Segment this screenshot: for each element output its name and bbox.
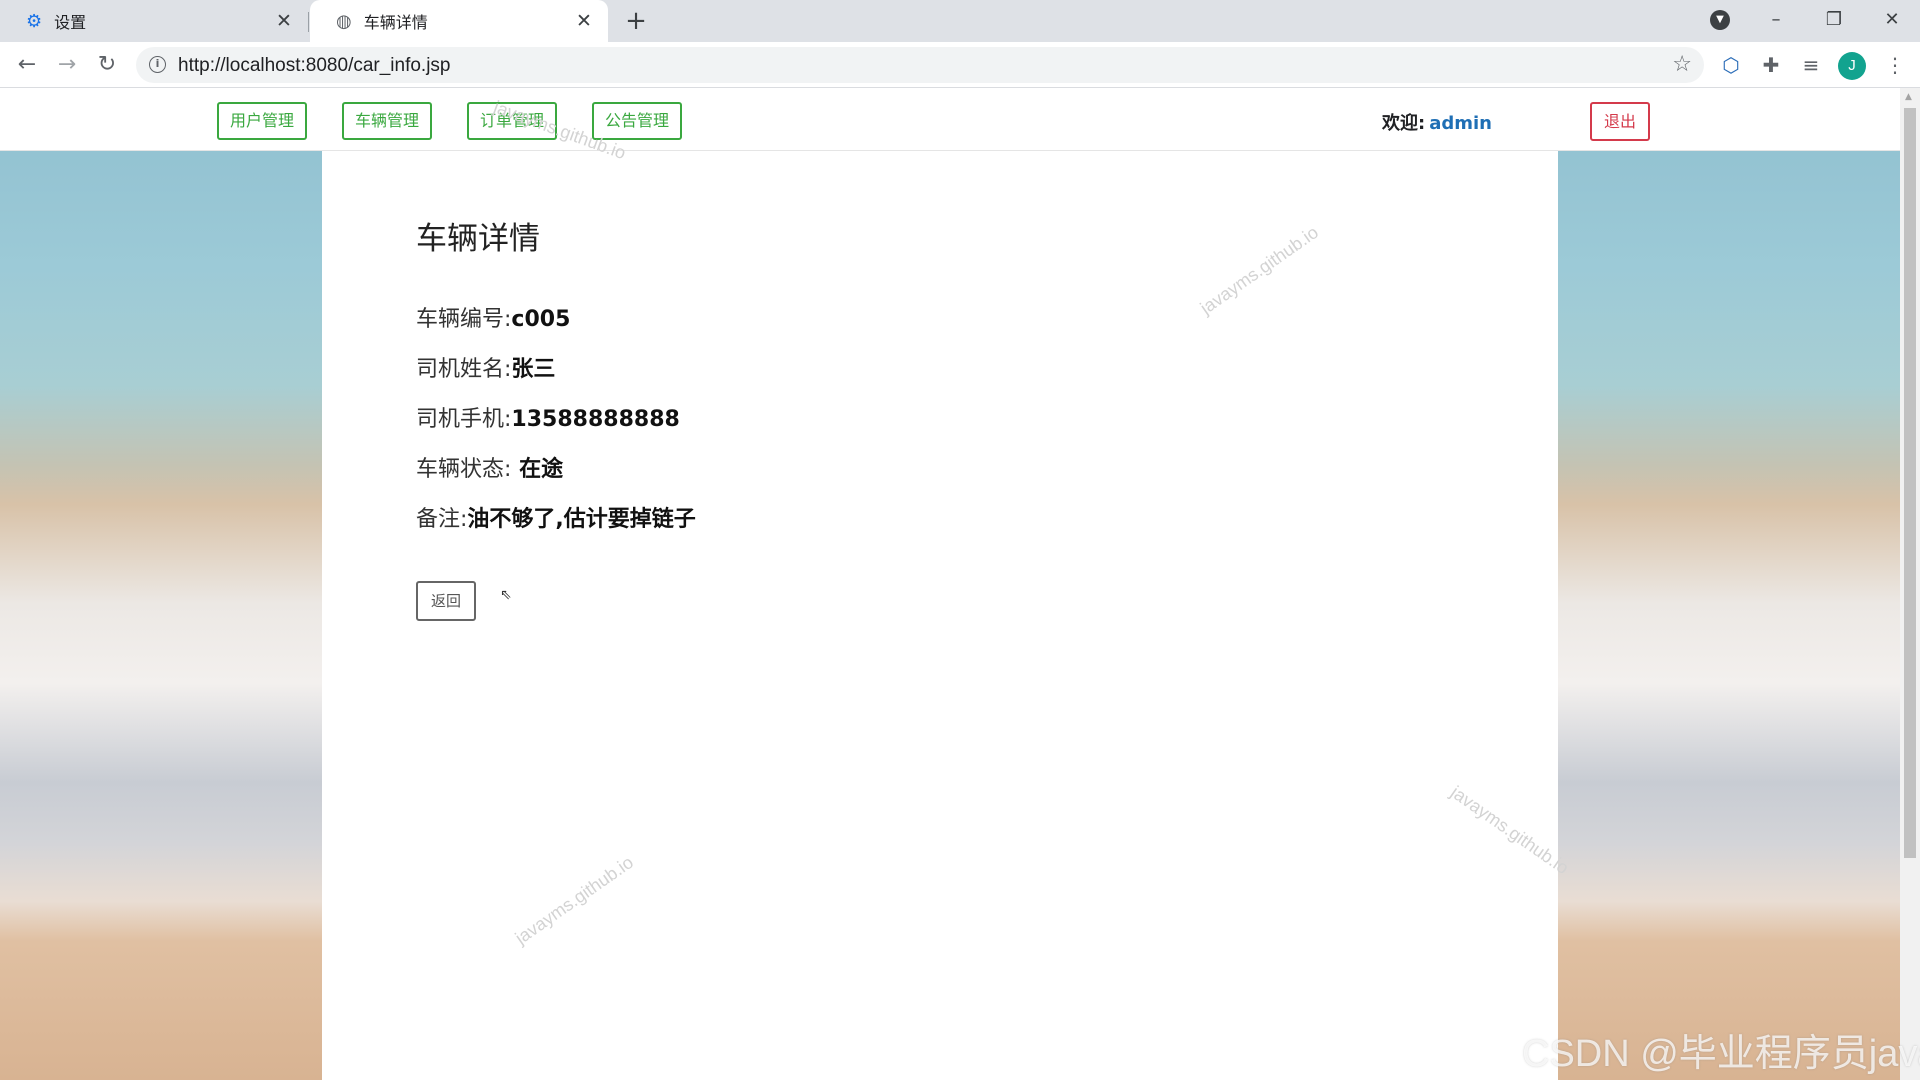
back-arrow-icon[interactable]: ← — [12, 50, 42, 80]
welcome-text: 欢迎: admin — [1382, 109, 1492, 135]
gear-icon: ⚙ — [26, 10, 43, 32]
detail-row-driver-phone: 司机手机:13588888888 — [416, 401, 680, 433]
new-tab-button[interactable]: + — [622, 8, 650, 36]
info-icon[interactable]: i — [149, 56, 166, 73]
reload-icon[interactable]: ↻ — [92, 50, 122, 80]
extension-icon[interactable]: ⬡ — [1716, 50, 1746, 80]
tab-divider — [308, 12, 309, 32]
tab-strip: ⚙ 设置 ✕ ◍ 车辆详情 ✕ + ▼ – ❐ ✕ — [0, 0, 1920, 42]
close-window-button[interactable]: ✕ — [1864, 0, 1920, 40]
cursor-icon: ⇖ — [500, 587, 512, 603]
nav-vehicle-management[interactable]: 车辆管理 — [342, 102, 432, 140]
page-viewport: 用户管理 车辆管理 订单管理 公告管理 欢迎: admin 退出 车辆详情 车辆编… — [0, 88, 1900, 1080]
welcome-label: 欢迎: — [1382, 113, 1426, 134]
forward-arrow-icon[interactable]: → — [52, 50, 82, 80]
row-label: 司机手机: — [416, 407, 512, 432]
detail-row-vehicle-id: 车辆编号:c005 — [416, 301, 570, 333]
back-button[interactable]: 返回 — [416, 581, 476, 621]
logout-button[interactable]: 退出 — [1590, 102, 1650, 141]
scroll-up-icon[interactable]: ▲ — [1905, 92, 1912, 102]
nav-notice-management[interactable]: 公告管理 — [592, 102, 682, 140]
tab-title: 设置 — [54, 13, 87, 32]
url-text[interactable]: http://localhost:8080/car_info.jsp — [178, 55, 451, 77]
row-label: 车辆编号: — [416, 307, 512, 332]
browser-toolbar: ← → ↻ i http://localhost:8080/car_info.j… — [0, 42, 1920, 88]
detail-row-driver-name: 司机姓名:张三 — [416, 351, 555, 383]
row-label: 司机姓名: — [416, 357, 512, 382]
row-value: c005 — [511, 307, 571, 332]
detail-row-vehicle-status: 车辆状态: 在途 — [416, 451, 563, 483]
minimize-button[interactable]: – — [1748, 0, 1804, 40]
row-value: 油不够了,估计要掉链子 — [467, 507, 696, 532]
row-value: 13588888888 — [511, 407, 680, 432]
row-label: 车辆状态: — [416, 457, 512, 482]
close-icon[interactable]: ✕ — [272, 9, 296, 33]
puzzle-icon[interactable]: ✚ — [1756, 50, 1786, 80]
scrollbar-thumb[interactable] — [1904, 108, 1916, 858]
scrollbar[interactable]: ▲ — [1900, 88, 1920, 1080]
chevron-down-icon[interactable]: ▼ — [1710, 10, 1730, 30]
detail-panel: 车辆详情 车辆编号:c005 司机姓名:张三 司机手机:13588888888 … — [322, 151, 1558, 1080]
page-title: 车辆详情 — [416, 221, 540, 257]
username: admin — [1429, 113, 1492, 134]
close-icon[interactable]: ✕ — [572, 9, 596, 33]
globe-icon: ◍ — [336, 10, 352, 32]
tab-settings[interactable]: ⚙ 设置 ✕ — [0, 0, 308, 42]
detail-row-remark: 备注:油不够了,估计要掉链子 — [416, 501, 696, 533]
menu-icon[interactable]: ⋮ — [1880, 50, 1910, 80]
row-label: 备注: — [416, 507, 468, 532]
top-nav: 用户管理 车辆管理 订单管理 公告管理 欢迎: admin 退出 — [0, 88, 1900, 151]
address-bar[interactable]: i http://localhost:8080/car_info.jsp ☆ — [136, 47, 1704, 83]
csdn-watermark: CSDN @毕业程序员java — [1522, 1033, 1920, 1075]
tab-car-info[interactable]: ◍ 车辆详情 ✕ — [310, 0, 608, 42]
avatar[interactable]: J — [1838, 52, 1866, 80]
restore-button[interactable]: ❐ — [1806, 0, 1862, 40]
star-icon[interactable]: ☆ — [1672, 52, 1692, 77]
row-value: 张三 — [511, 357, 556, 382]
nav-user-management[interactable]: 用户管理 — [217, 102, 307, 140]
row-value: 在途 — [511, 457, 564, 482]
tab-title: 车辆详情 — [363, 13, 428, 32]
media-icon[interactable]: ≡ — [1796, 50, 1826, 80]
